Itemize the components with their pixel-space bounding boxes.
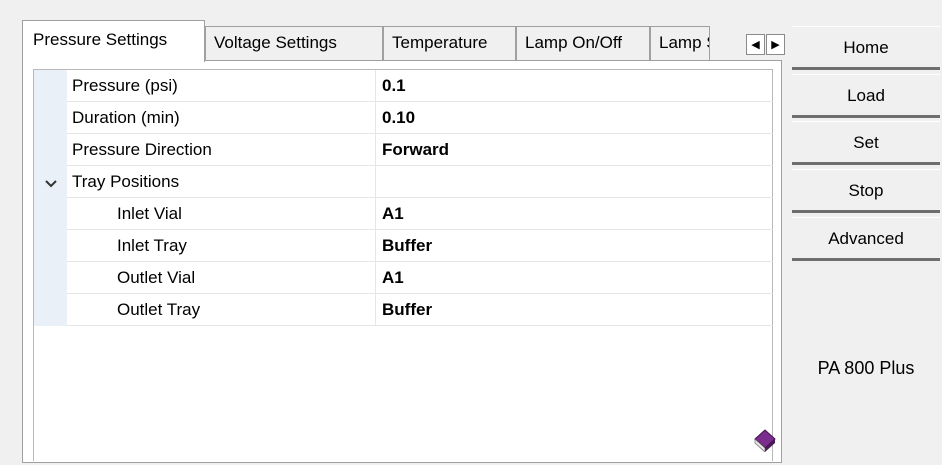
property-row-duration[interactable]: Duration (min) 0.10 — [67, 102, 773, 134]
property-value[interactable]: A1 — [376, 262, 773, 293]
load-button[interactable]: Load — [792, 74, 940, 118]
property-name: Duration (min) — [67, 102, 376, 133]
property-category-name: Tray Positions — [67, 166, 376, 197]
property-value — [376, 166, 773, 197]
property-row-pressure-direction[interactable]: Pressure Direction Forward — [67, 134, 773, 166]
property-value[interactable]: 0.10 — [376, 102, 773, 133]
property-name: Outlet Tray — [67, 294, 376, 325]
property-name: Outlet Vial — [67, 262, 376, 293]
tab-voltage-settings[interactable]: Voltage Settings — [205, 26, 383, 60]
property-row-inlet-vial[interactable]: Inlet Vial A1 — [67, 198, 773, 230]
property-row-pressure[interactable]: Pressure (psi) 0.1 — [67, 70, 773, 102]
property-name: Inlet Vial — [67, 198, 376, 229]
tab-scroll-right-button[interactable]: ▶ — [766, 34, 785, 55]
property-row-tray-positions[interactable]: Tray Positions — [67, 166, 773, 198]
advanced-button[interactable]: Advanced — [792, 217, 940, 261]
stop-button[interactable]: Stop — [792, 169, 940, 213]
tab-lamp-settings[interactable]: Lamp Settings — [650, 26, 710, 60]
book-icon[interactable] — [752, 426, 778, 457]
property-value[interactable]: Buffer — [376, 230, 773, 261]
property-grid-gutter — [34, 70, 67, 326]
property-value[interactable]: 0.1 — [376, 70, 773, 101]
property-value[interactable]: A1 — [376, 198, 773, 229]
tab-pressure-settings[interactable]: Pressure Settings — [22, 20, 205, 62]
home-button[interactable]: Home — [792, 26, 940, 70]
property-name: Inlet Tray — [67, 230, 376, 261]
property-row-inlet-tray[interactable]: Inlet Tray Buffer — [67, 230, 773, 262]
tab-scroll-left-button[interactable]: ◀ — [746, 34, 765, 55]
property-grid: Pressure (psi) 0.1 Duration (min) 0.10 P… — [33, 69, 776, 461]
property-value[interactable]: Buffer — [376, 294, 773, 325]
property-row-outlet-vial[interactable]: Outlet Vial A1 — [67, 262, 773, 294]
property-name: Pressure Direction — [67, 134, 376, 165]
arrow-right-icon: ▶ — [771, 39, 780, 51]
tab-lamp-on-off[interactable]: Lamp On/Off — [516, 26, 650, 60]
property-name: Pressure (psi) — [67, 70, 376, 101]
set-button[interactable]: Set — [792, 121, 940, 165]
arrow-left-icon: ◀ — [751, 39, 760, 51]
tab-strip: Pressure Settings Voltage Settings Tempe… — [22, 20, 785, 62]
property-row-outlet-tray[interactable]: Outlet Tray Buffer — [67, 294, 773, 326]
property-value[interactable]: Forward — [376, 134, 773, 165]
instrument-name: PA 800 Plus — [817, 358, 915, 378]
chevron-down-icon[interactable] — [42, 171, 60, 197]
tab-temperature[interactable]: Temperature — [383, 26, 516, 60]
tab-panel: Pressure (psi) 0.1 Duration (min) 0.10 P… — [22, 60, 782, 463]
